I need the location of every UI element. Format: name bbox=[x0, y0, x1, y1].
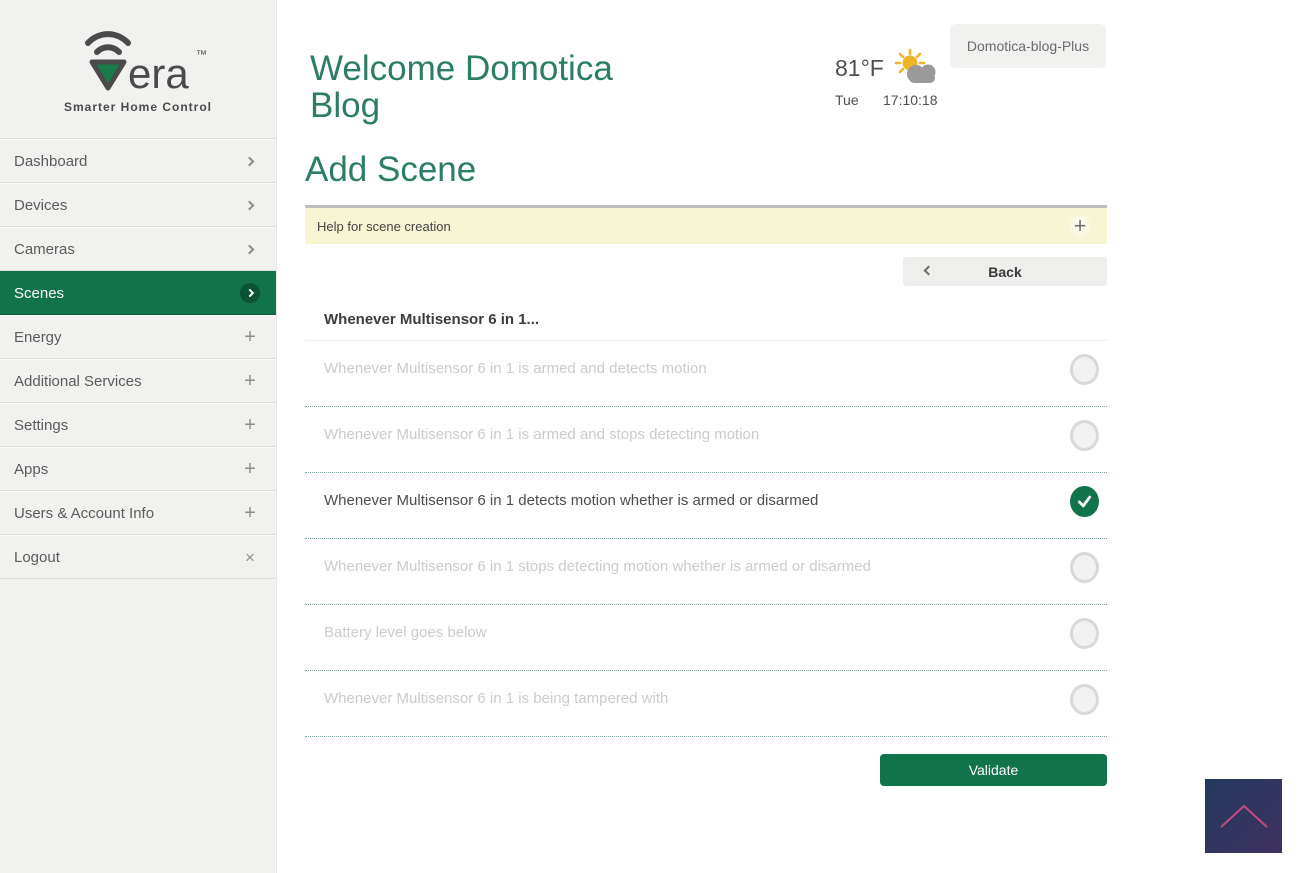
trigger-options: Whenever Multisensor 6 in 1 is armed and… bbox=[305, 341, 1107, 737]
sidebar-item-label: Settings bbox=[14, 417, 68, 434]
clock: 17:10:18 bbox=[883, 92, 938, 108]
expand-plus-icon[interactable]: + bbox=[1067, 213, 1093, 239]
page-title: Add Scene bbox=[305, 150, 1107, 190]
sidebar-item-label: Cameras bbox=[14, 241, 75, 258]
logo-tagline: Smarter Home Control bbox=[0, 100, 276, 114]
close-icon: × bbox=[240, 547, 260, 567]
chevron-right-icon bbox=[240, 195, 260, 215]
trigger-option-label: Whenever Multisensor 6 in 1 is being tam… bbox=[324, 690, 668, 707]
plus-icon: + bbox=[240, 415, 260, 435]
radio-checked-icon[interactable] bbox=[1070, 486, 1099, 517]
sidebar-item-additional-services[interactable]: Additional Services + bbox=[0, 359, 276, 403]
plus-icon: + bbox=[240, 459, 260, 479]
plus-icon: + bbox=[240, 371, 260, 391]
sidebar-item-cameras[interactable]: Cameras bbox=[0, 227, 276, 271]
weather-day: Tue bbox=[835, 92, 883, 108]
radio-icon[interactable] bbox=[1070, 684, 1099, 715]
sidebar-item-settings[interactable]: Settings + bbox=[0, 403, 276, 447]
radio-icon[interactable] bbox=[1070, 552, 1099, 583]
vera-logo-icon: era ™ bbox=[58, 26, 218, 98]
plus-icon: + bbox=[240, 503, 260, 523]
trigger-option-label: Whenever Multisensor 6 in 1 stops detect… bbox=[324, 558, 871, 575]
scroll-to-top-button[interactable] bbox=[1205, 779, 1282, 853]
back-button[interactable]: Back bbox=[903, 257, 1107, 286]
chevron-left-icon bbox=[924, 266, 934, 276]
svg-text:™: ™ bbox=[196, 49, 207, 61]
main-content: Welcome Domotica Blog 81°F bbox=[277, 0, 1300, 873]
sidebar-item-label: Devices bbox=[14, 197, 67, 214]
sidebar-item-label: Users & Account Info bbox=[14, 505, 154, 522]
radio-icon[interactable] bbox=[1070, 618, 1099, 649]
sidebar-item-label: Logout bbox=[14, 549, 60, 566]
sidebar-item-logout[interactable]: Logout × bbox=[0, 535, 276, 579]
validate-button[interactable]: Validate bbox=[880, 754, 1107, 786]
controller-button[interactable]: Domotica-blog-Plus bbox=[950, 24, 1106, 68]
welcome-heading: Welcome Domotica Blog bbox=[310, 50, 690, 124]
weather-widget: 81°F bbox=[835, 48, 955, 108]
chevron-right-icon bbox=[240, 283, 260, 303]
temperature-value: 81°F bbox=[835, 55, 884, 82]
sidebar-item-label: Dashboard bbox=[14, 153, 87, 170]
sidebar-item-label: Additional Services bbox=[14, 373, 142, 390]
svg-text:era: era bbox=[128, 50, 189, 97]
sidebar-item-label: Energy bbox=[14, 329, 62, 346]
trigger-list: Whenever Multisensor 6 in 1... Whenever … bbox=[305, 311, 1107, 786]
sidebar-item-apps[interactable]: Apps + bbox=[0, 447, 276, 491]
sidebar-item-label: Scenes bbox=[14, 285, 64, 302]
help-bar[interactable]: Help for scene creation + bbox=[305, 205, 1107, 244]
trigger-option-label: Whenever Multisensor 6 in 1 detects moti… bbox=[324, 492, 818, 509]
help-bar-label: Help for scene creation bbox=[317, 219, 451, 234]
sidebar-item-energy[interactable]: Energy + bbox=[0, 315, 276, 359]
sidebar-item-users-account-info[interactable]: Users & Account Info + bbox=[0, 491, 276, 535]
trigger-option[interactable]: Whenever Multisensor 6 in 1 is armed and… bbox=[305, 407, 1107, 473]
chevron-up-icon bbox=[1216, 801, 1272, 831]
sidebar-menu: DashboardDevicesCamerasScenesEnergy+Addi… bbox=[0, 138, 276, 579]
trigger-option[interactable]: Whenever Multisensor 6 in 1 is armed and… bbox=[305, 341, 1107, 407]
radio-icon[interactable] bbox=[1070, 420, 1099, 451]
back-button-label: Back bbox=[988, 264, 1021, 280]
trigger-option[interactable]: Whenever Multisensor 6 in 1 detects moti… bbox=[305, 473, 1107, 539]
plus-icon: + bbox=[240, 327, 260, 347]
trigger-option-label: Battery level goes below bbox=[324, 624, 487, 641]
sidebar-item-label: Apps bbox=[14, 461, 48, 478]
trigger-list-header: Whenever Multisensor 6 in 1... bbox=[305, 311, 1107, 341]
trigger-option-label: Whenever Multisensor 6 in 1 is armed and… bbox=[324, 360, 707, 377]
sidebar-item-devices[interactable]: Devices bbox=[0, 183, 276, 227]
trigger-option[interactable]: Whenever Multisensor 6 in 1 is being tam… bbox=[305, 671, 1107, 737]
chevron-right-icon bbox=[240, 151, 260, 171]
trigger-option-label: Whenever Multisensor 6 in 1 is armed and… bbox=[324, 426, 759, 443]
vera-logo: era ™ Smarter Home Control bbox=[0, 0, 276, 128]
sun-cloud-icon bbox=[893, 48, 939, 86]
trigger-option[interactable]: Whenever Multisensor 6 in 1 stops detect… bbox=[305, 539, 1107, 605]
chevron-right-icon bbox=[240, 239, 260, 259]
sidebar-item-scenes[interactable]: Scenes bbox=[0, 271, 276, 315]
radio-icon[interactable] bbox=[1070, 354, 1099, 385]
sidebar: era ™ Smarter Home Control Dashboard Devi… bbox=[0, 0, 277, 873]
trigger-option[interactable]: Battery level goes below bbox=[305, 605, 1107, 671]
page-header: Welcome Domotica Blog 81°F bbox=[305, 0, 1107, 148]
sidebar-item-dashboard[interactable]: Dashboard bbox=[0, 139, 276, 183]
